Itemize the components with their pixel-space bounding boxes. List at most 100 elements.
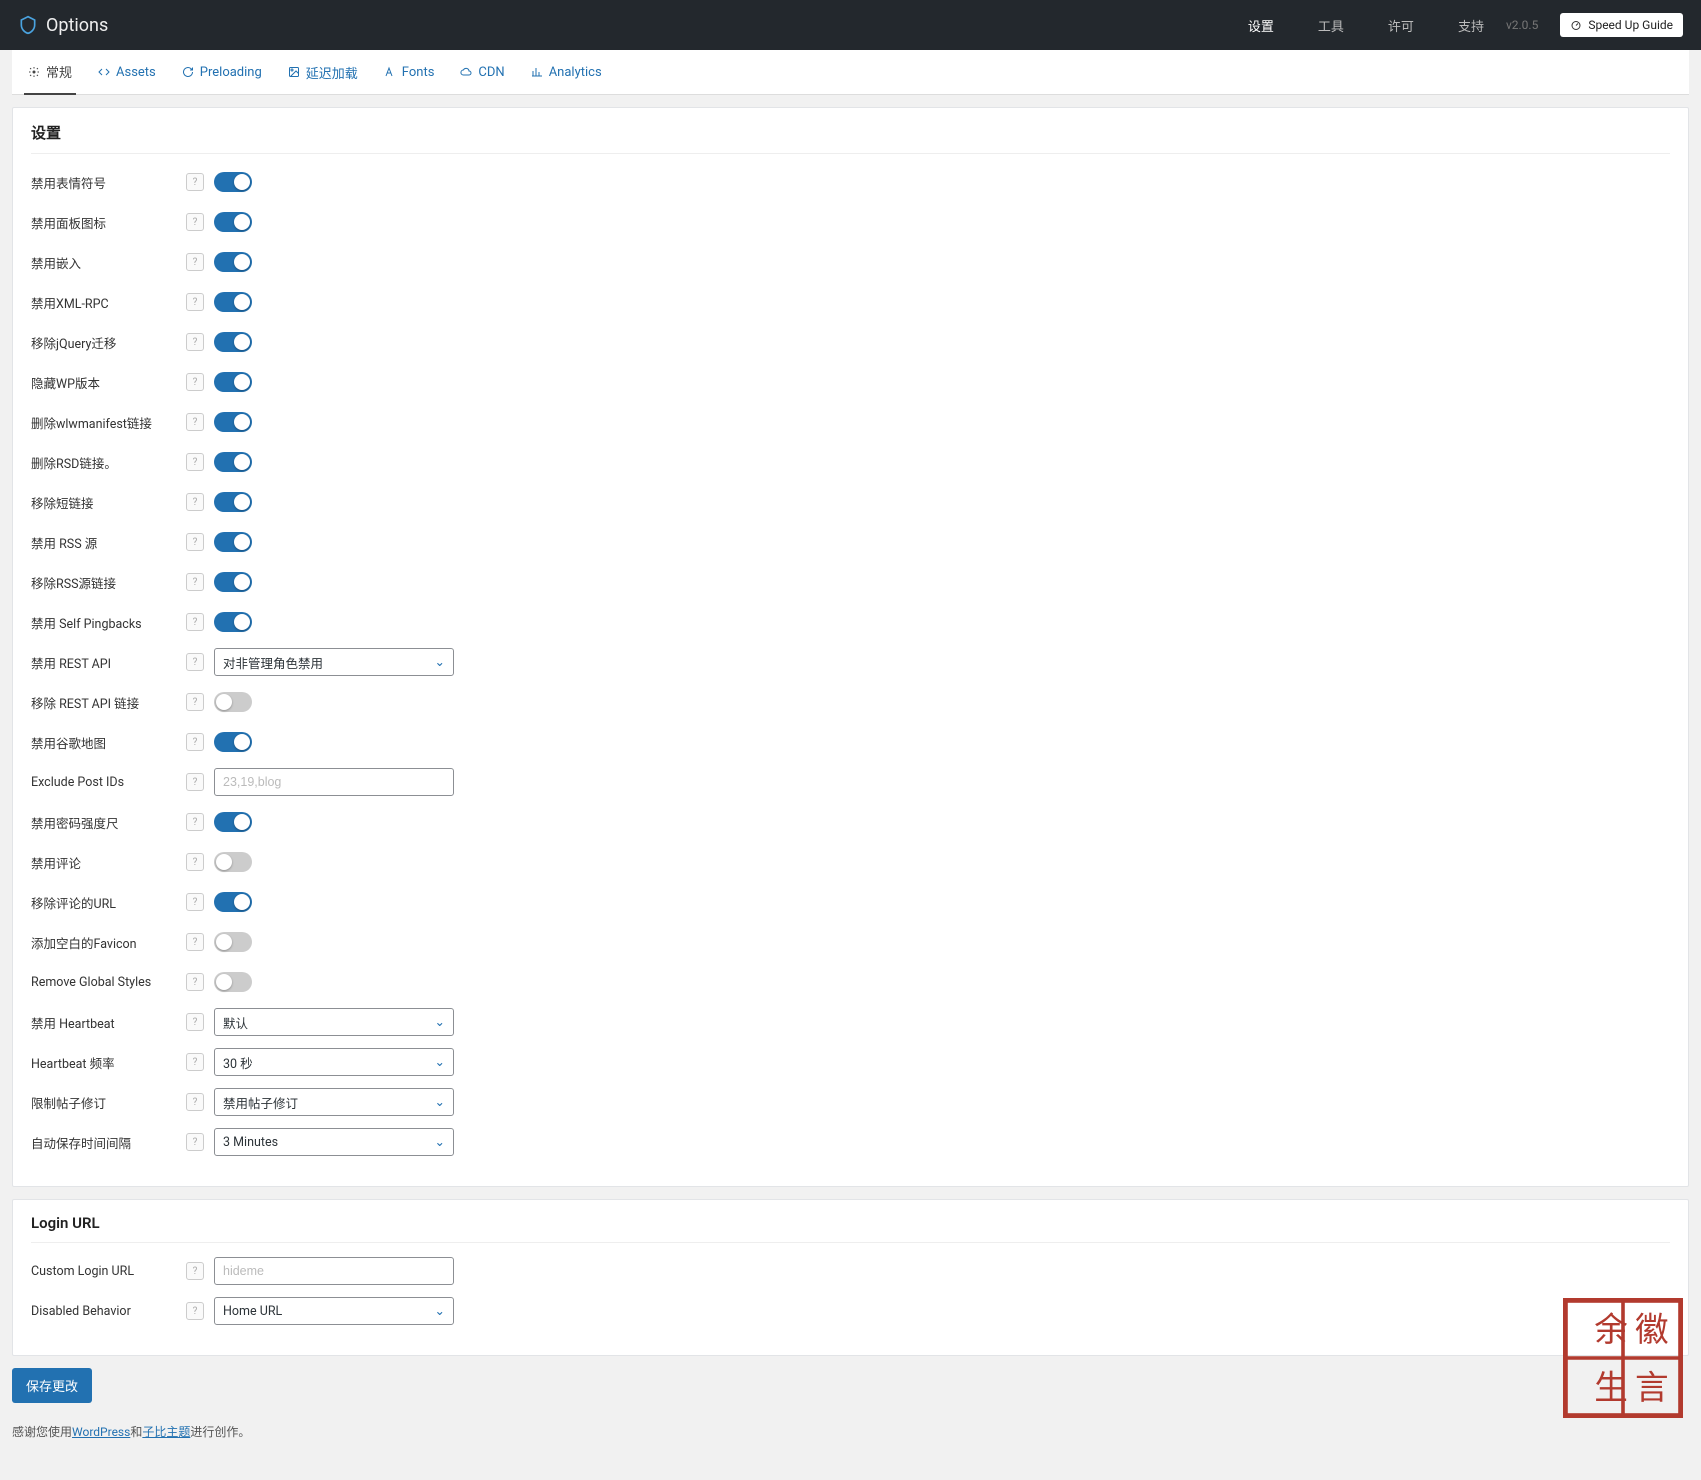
toggle-knob — [234, 294, 250, 310]
help-icon[interactable]: ? — [186, 813, 204, 831]
help-icon[interactable]: ? — [186, 493, 204, 511]
toggle-knob — [234, 174, 250, 190]
help-icon[interactable]: ? — [186, 573, 204, 591]
control-disable_embeds — [214, 252, 252, 272]
toggle-disable_rss[interactable] — [214, 532, 252, 552]
setting-row-disable_pw_strength: 禁用密码强度尺? — [31, 802, 1670, 842]
select-disable_heartbeat[interactable]: 默认⌄ — [214, 1008, 454, 1036]
control-disable_comments — [214, 852, 252, 872]
control-heartbeat_frequency: 30 秒⌄ — [214, 1048, 454, 1076]
input-custom_login_url[interactable] — [214, 1257, 454, 1285]
help-icon[interactable]: ? — [186, 213, 204, 231]
label-remove_rsd: 删除RSD链接。 — [31, 453, 186, 472]
help-icon[interactable]: ? — [186, 1093, 204, 1111]
control-remove_rss_links — [214, 572, 252, 592]
login-row-custom_login_url: Custom Login URL? — [31, 1251, 1670, 1291]
toggle-knob — [234, 254, 250, 270]
toggle-remove_rsd[interactable] — [214, 452, 252, 472]
select-heartbeat_frequency[interactable]: 30 秒⌄ — [214, 1048, 454, 1076]
label-disabled_behavior: Disabled Behavior — [31, 1304, 186, 1319]
help-icon[interactable]: ? — [186, 693, 204, 711]
toggle-hide_wp_version[interactable] — [214, 372, 252, 392]
toggle-disable_comments[interactable] — [214, 852, 252, 872]
select-disable_rest_api[interactable]: 对非管理角色禁用 ⌄ — [214, 648, 454, 676]
hdr-nav-settings[interactable]: 设置 — [1248, 16, 1274, 35]
help-icon[interactable]: ? — [186, 293, 204, 311]
chevron-down-icon: ⌄ — [435, 654, 445, 670]
footer-link-wordpress[interactable]: WordPress — [72, 1425, 130, 1439]
toggle-disable_embeds[interactable] — [214, 252, 252, 272]
toggle-add_blank_favicon[interactable] — [214, 932, 252, 952]
select-value-limit_post_revisions: 禁用帖子修订 — [223, 1093, 298, 1112]
help-icon[interactable]: ? — [186, 1133, 204, 1151]
footer-link-theme[interactable]: 子比主题 — [142, 1425, 190, 1439]
help-icon[interactable]: ? — [186, 1302, 204, 1320]
setting-row-remove_wlwmanifest: 删除wlwmanifest链接? — [31, 402, 1670, 442]
select-value-disable_rest_api: 对非管理角色禁用 — [223, 653, 323, 672]
save-button[interactable]: 保存更改 — [12, 1368, 92, 1403]
toggle-remove_rest_api_links[interactable] — [214, 692, 252, 712]
tab-lazyload[interactable]: 延迟加载 — [284, 51, 362, 94]
help-icon[interactable]: ? — [186, 973, 204, 991]
help-icon[interactable]: ? — [186, 453, 204, 471]
help-icon[interactable]: ? — [186, 773, 204, 791]
control-exclude_post_ids — [214, 768, 454, 796]
tab-lazyload-label: 延迟加载 — [306, 63, 358, 82]
toggle-remove_comment_url[interactable] — [214, 892, 252, 912]
help-icon[interactable]: ? — [186, 933, 204, 951]
tab-cdn[interactable]: CDN — [456, 53, 508, 92]
label-remove_shortlink: 移除短链接 — [31, 493, 186, 512]
help-icon[interactable]: ? — [186, 893, 204, 911]
help-icon[interactable]: ? — [186, 653, 204, 671]
toggle-disable_google_maps[interactable] — [214, 732, 252, 752]
toggle-disable_dashicons[interactable] — [214, 212, 252, 232]
login-heading: Login URL — [31, 1214, 1670, 1243]
help-icon[interactable]: ? — [186, 1262, 204, 1280]
control-remove_shortlink — [214, 492, 252, 512]
hdr-nav-tools[interactable]: 工具 — [1318, 16, 1344, 35]
help-icon[interactable]: ? — [186, 1013, 204, 1031]
help-icon[interactable]: ? — [186, 613, 204, 631]
toggle-disable_self_pingbacks[interactable] — [214, 612, 252, 632]
control-autosave_interval: 3 Minutes⌄ — [214, 1128, 454, 1156]
help-icon[interactable]: ? — [186, 333, 204, 351]
label-add_blank_favicon: 添加空白的Favicon — [31, 933, 186, 952]
label-heartbeat_frequency: Heartbeat 频率 — [31, 1053, 186, 1072]
toggle-remove_shortlink[interactable] — [214, 492, 252, 512]
tab-preloading[interactable]: Preloading — [178, 53, 266, 92]
hdr-nav-license[interactable]: 许可 — [1388, 16, 1414, 35]
help-icon[interactable]: ? — [186, 533, 204, 551]
toggle-remove_rss_links[interactable] — [214, 572, 252, 592]
toggle-disable_pw_strength[interactable] — [214, 812, 252, 832]
help-icon[interactable]: ? — [186, 373, 204, 391]
select-limit_post_revisions[interactable]: 禁用帖子修订⌄ — [214, 1088, 454, 1116]
tab-assets[interactable]: Assets — [94, 53, 160, 92]
help-icon[interactable]: ? — [186, 173, 204, 191]
toggle-remove_global_styles[interactable] — [214, 972, 252, 992]
hdr-nav-support[interactable]: 支持 — [1458, 16, 1484, 35]
select-disabled_behavior[interactable]: Home URL⌄ — [214, 1297, 454, 1325]
help-icon[interactable]: ? — [186, 413, 204, 431]
label-disable_dashicons: 禁用面板图标 — [31, 213, 186, 232]
label-custom_login_url: Custom Login URL — [31, 1264, 186, 1279]
tab-assets-label: Assets — [116, 65, 156, 80]
help-icon[interactable]: ? — [186, 253, 204, 271]
help-icon[interactable]: ? — [186, 1053, 204, 1071]
tab-general[interactable]: 常规 — [24, 50, 76, 95]
toggle-remove_jquery_migrate[interactable] — [214, 332, 252, 352]
help-icon[interactable]: ? — [186, 853, 204, 871]
tab-fonts[interactable]: Fonts — [380, 53, 439, 92]
input-exclude_post_ids[interactable] — [214, 768, 454, 796]
toggle-disable_xmlrpc[interactable] — [214, 292, 252, 312]
toggle-disable_emojis[interactable] — [214, 172, 252, 192]
svg-text:余: 余 — [1594, 1311, 1628, 1349]
help-icon[interactable]: ? — [186, 733, 204, 751]
speed-up-guide-button[interactable]: Speed Up Guide — [1560, 13, 1683, 37]
control-limit_post_revisions: 禁用帖子修订⌄ — [214, 1088, 454, 1116]
control-disable_emojis — [214, 172, 252, 192]
select-autosave_interval[interactable]: 3 Minutes⌄ — [214, 1128, 454, 1156]
toggle-remove_wlwmanifest[interactable] — [214, 412, 252, 432]
tab-analytics[interactable]: Analytics — [527, 53, 606, 92]
footer-credit: 感谢您使用WordPress和子比主题进行创作。 — [12, 1423, 1689, 1440]
control-remove_jquery_migrate — [214, 332, 252, 352]
